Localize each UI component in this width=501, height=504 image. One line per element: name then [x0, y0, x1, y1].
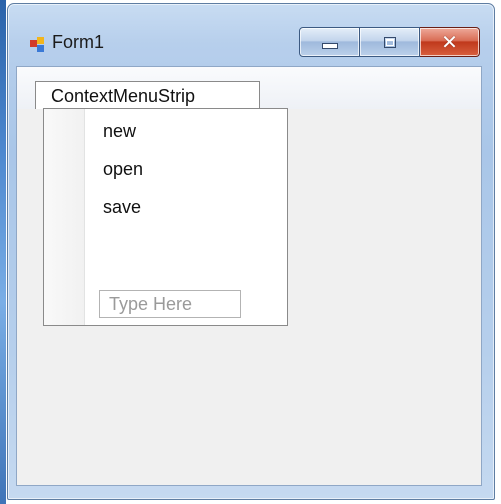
type-here-input[interactable]: Type Here: [99, 290, 241, 318]
menu-item-save[interactable]: save: [103, 197, 141, 218]
title-bar[interactable]: Form1 ✕: [8, 4, 494, 64]
context-menu-dropdown: new open save Type Here: [43, 108, 288, 326]
app-icon-square-yellow: [37, 37, 44, 44]
maximize-icon: [383, 36, 396, 48]
menu-item-open[interactable]: open: [103, 159, 143, 180]
window-title: Form1: [52, 32, 105, 52]
form-app-icon[interactable]: [30, 37, 46, 53]
image-margin-gutter: [44, 109, 85, 325]
app-icon-square-blue: [37, 45, 44, 52]
close-button[interactable]: ✕: [420, 27, 480, 57]
close-icon: ✕: [441, 30, 458, 54]
form-client-area[interactable]: ContextMenuStrip new open save Type Here: [16, 66, 482, 486]
desktop-background: [0, 0, 6, 504]
menu-item-new[interactable]: new: [103, 121, 136, 142]
caption-buttons: ✕: [299, 27, 480, 57]
minimize-button[interactable]: [299, 27, 360, 57]
form-window: Form1 ✕ ContextMenuStrip new open save T…: [7, 3, 495, 500]
minimize-icon: [321, 43, 338, 49]
context-menu-strip-tab[interactable]: ContextMenuStrip: [35, 81, 260, 109]
app-icon-square-red: [30, 40, 37, 47]
maximize-button[interactable]: [360, 27, 420, 57]
